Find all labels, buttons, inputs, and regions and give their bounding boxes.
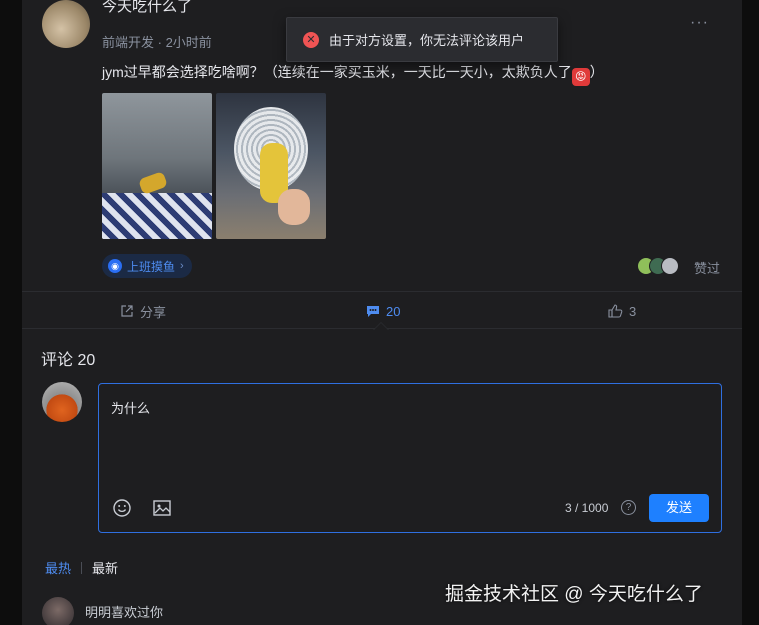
- post-content: jym过早都会选择吃啥啊？（连续在一家买玉米，一天比一天小，太欺负人了 😡）: [102, 62, 604, 86]
- sort-new-tab[interactable]: 最新: [92, 558, 118, 577]
- commenter-avatar[interactable]: [42, 597, 74, 625]
- more-options-icon[interactable]: ···: [690, 14, 709, 32]
- error-toast: ✕ 由于对方设置，你无法评论该用户: [286, 17, 558, 62]
- active-tab-caret: [374, 323, 388, 330]
- comment-count: 20: [386, 303, 401, 319]
- comment-sort-bar: 最热 最新: [45, 558, 118, 577]
- char-count: 3 / 1000: [565, 501, 609, 515]
- comments-heading: 评论 20: [41, 352, 96, 369]
- help-icon[interactable]: ?: [621, 500, 636, 515]
- comment-editor[interactable]: 为什么 3 / 1000 ? 发送: [98, 383, 722, 533]
- commenter-name[interactable]: 明明喜欢过你: [85, 602, 163, 621]
- comment-input[interactable]: 为什么: [111, 398, 150, 417]
- share-button[interactable]: 分享: [120, 292, 166, 330]
- author-meta: 前端开发 · 2小时前: [102, 35, 212, 50]
- liked-label: 赞过: [694, 261, 721, 276]
- action-bar: 分享 20 3: [22, 291, 742, 330]
- current-user-avatar[interactable]: [42, 382, 82, 422]
- like-icon: [608, 304, 623, 318]
- liker-avatars[interactable]: [637, 257, 679, 275]
- hand-shape: [278, 189, 310, 225]
- angry-emoji-icon: 😡: [571, 68, 590, 86]
- topic-icon: ◉: [108, 259, 122, 273]
- sort-hot-tab[interactable]: 最热: [45, 558, 71, 577]
- post-image-2[interactable]: [216, 93, 326, 239]
- topic-tag-label: 上班摸鱼: [127, 259, 176, 274]
- sort-divider: [81, 561, 83, 574]
- author-role: 前端开发: [102, 35, 155, 50]
- plaid-shirt-shape: [102, 193, 212, 239]
- post-text: jym过早都会选择吃啥啊？（连续在一家买玉米，一天比一天小，太欺负人了: [102, 64, 572, 80]
- author-name[interactable]: 今天吃什么了: [102, 0, 192, 14]
- send-button[interactable]: 发送: [649, 494, 709, 522]
- chevron-right-icon: ›: [180, 260, 184, 272]
- page: 今天吃什么了 前端开发 · 2小时前 ··· jym过早都会选择吃啥啊？（连续在…: [0, 0, 759, 625]
- liker-avatar[interactable]: [661, 257, 679, 275]
- error-icon: ✕: [303, 31, 319, 48]
- author-avatar[interactable]: [42, 0, 90, 48]
- emoji-icon[interactable]: [112, 498, 132, 518]
- share-label: 分享: [140, 304, 167, 320]
- image-icon[interactable]: [152, 498, 172, 518]
- toast-message: 由于对方设置，你无法评论该用户: [329, 33, 525, 48]
- post-card: 今天吃什么了 前端开发 · 2小时前 ··· jym过早都会选择吃啥啊？（连续在…: [22, 0, 742, 625]
- watermark: 掘金技术社区 @ 今天吃什么了: [445, 584, 703, 605]
- post-image-1[interactable]: [102, 93, 212, 239]
- share-icon: [121, 305, 133, 317]
- post-time: 2小时前: [165, 35, 212, 50]
- comment-icon: [367, 306, 379, 317]
- like-count: 3: [629, 303, 637, 319]
- corn-shape: [138, 171, 168, 195]
- like-button[interactable]: 3: [608, 292, 636, 330]
- post-text-end: ）: [589, 64, 604, 80]
- topic-tag[interactable]: ◉ 上班摸鱼 ›: [102, 254, 192, 278]
